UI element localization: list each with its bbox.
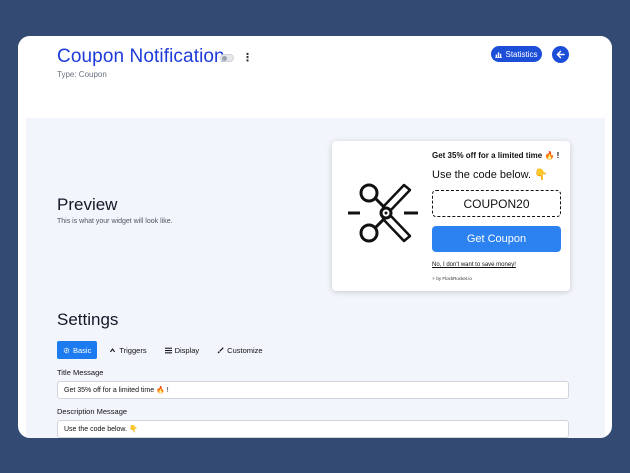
decline-link[interactable]: No, I don't want to save money! <box>432 262 516 268</box>
preview-description: This is what your widget will look like. <box>57 218 173 225</box>
get-coupon-button[interactable]: Get Coupon <box>432 226 561 252</box>
page-title: Coupon Notification <box>57 46 225 67</box>
coupon-code[interactable]: COUPON20 <box>432 190 561 217</box>
tab-customize-label: Customize <box>227 345 263 355</box>
tab-customize[interactable]: Customize <box>211 341 268 359</box>
back-button[interactable] <box>552 46 569 63</box>
app-window: Coupon Notification ⋮ Type: Coupon Stati… <box>18 36 612 438</box>
bar-chart-icon <box>495 51 503 58</box>
gear-icon <box>63 347 70 353</box>
description-message-label: Description Message <box>57 407 128 416</box>
brush-icon <box>217 346 224 353</box>
preview-heading: Preview <box>57 195 118 214</box>
powered-by-label: ⚡ by FlockRocket.io <box>432 276 472 281</box>
page-header: Coupon Notification ⋮ Type: Coupon Stati… <box>18 36 612 118</box>
settings-tabs: Basic Triggers Display Customize <box>57 341 269 359</box>
title-message-label: Title Message <box>57 368 104 377</box>
page-subtitle: Type: Coupon <box>57 70 107 79</box>
tab-triggers[interactable]: Triggers <box>103 341 152 359</box>
widget-description: Use the code below. 👇 <box>432 169 548 181</box>
list-icon <box>164 347 172 353</box>
content-area: Preview This is what your widget will lo… <box>26 118 605 438</box>
chevron-up-icon <box>110 347 116 352</box>
tab-triggers-label: Triggers <box>119 345 147 355</box>
coupon-widget-preview: Get 35% off for a limited time 🔥 ! Use t… <box>332 141 570 291</box>
tab-display[interactable]: Display <box>159 341 206 359</box>
settings-heading: Settings <box>57 310 119 329</box>
scissors-icon <box>348 183 418 243</box>
statistics-label: Statistics <box>505 49 538 59</box>
arrow-left-icon <box>556 50 565 59</box>
enable-toggle[interactable] <box>220 54 234 62</box>
powered-by-text: by FlockRocket.io <box>436 276 472 281</box>
title-message-input[interactable]: Get 35% off for a limited time 🔥 ! <box>57 381 569 399</box>
tab-display-label: Display <box>174 345 200 355</box>
widget-title: Get 35% off for a limited time 🔥 ! <box>432 151 560 160</box>
more-options-icon[interactable]: ⋮ <box>242 51 253 65</box>
toggle-knob <box>222 56 227 61</box>
description-message-input[interactable]: Use the code below. 👇 <box>57 420 569 438</box>
statistics-button[interactable]: Statistics <box>491 46 542 62</box>
tab-basic-label: Basic <box>73 345 92 355</box>
tab-basic[interactable]: Basic <box>57 341 98 359</box>
